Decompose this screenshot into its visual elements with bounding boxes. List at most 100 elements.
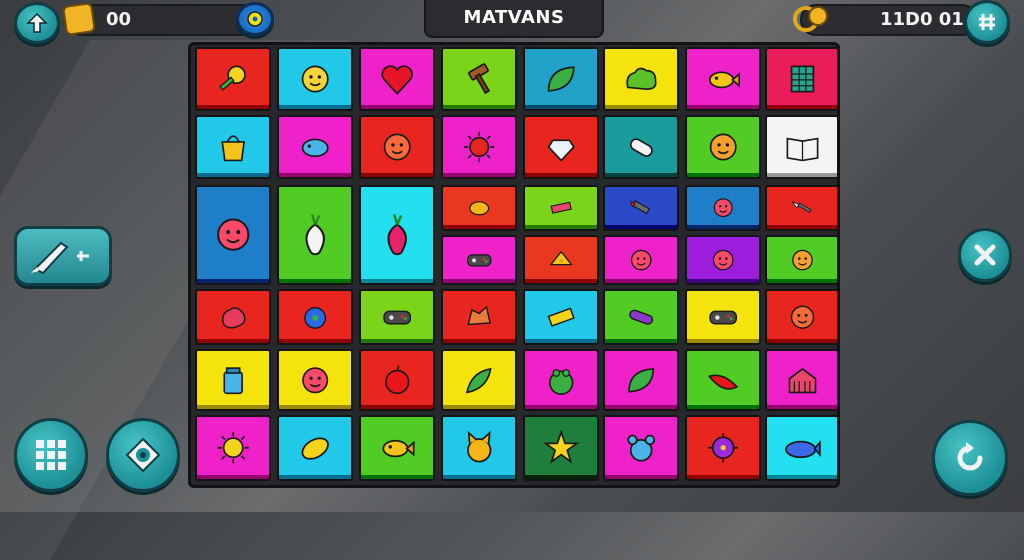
tile-fish[interactable] (685, 47, 761, 111)
mouse-icon (627, 434, 655, 462)
tile-radish[interactable] (277, 185, 353, 285)
virus-icon (708, 433, 738, 463)
tile-gamepad[interactable] (685, 289, 761, 345)
smile-icon (301, 65, 329, 93)
roll-icon (629, 309, 653, 325)
dog-icon (467, 305, 491, 326)
tile-pencil[interactable] (603, 185, 679, 231)
tile-gem[interactable] (523, 115, 599, 179)
tile-basket[interactable] (195, 115, 271, 179)
eye-icon (125, 437, 161, 473)
tile-gamepad-small[interactable] (441, 235, 517, 285)
leaf-icon (547, 66, 575, 92)
grid-menu-button[interactable] (14, 418, 88, 492)
left-tool-button[interactable] (14, 226, 112, 286)
apple-icon (384, 365, 410, 394)
tile-rattle[interactable] (195, 47, 271, 111)
tile-dog[interactable] (441, 289, 517, 345)
tile-radish[interactable] (359, 185, 435, 285)
tile-chili[interactable] (685, 349, 761, 411)
face-icon (630, 249, 652, 271)
tile-leaf[interactable] (523, 47, 599, 111)
tile-face[interactable] (685, 115, 761, 179)
coins-value: 00 (106, 9, 132, 30)
tile-calendar[interactable] (765, 47, 839, 111)
tile-bush[interactable] (603, 47, 679, 111)
tile-jar[interactable] (195, 349, 271, 411)
tile-cheese[interactable] (523, 235, 599, 285)
radish-icon (305, 214, 325, 256)
tile-potato[interactable] (441, 185, 517, 231)
blob-icon (221, 307, 246, 329)
tile-face[interactable] (359, 115, 435, 179)
tile-whale[interactable] (765, 415, 839, 481)
tile-leaf2[interactable] (603, 349, 679, 411)
top-left-button[interactable] (14, 2, 60, 44)
cat-icon (466, 431, 492, 463)
page-title: MATVANS (424, 0, 604, 38)
top-right-button[interactable] (964, 0, 1010, 44)
hint-button[interactable] (106, 418, 180, 492)
gem-icon (547, 139, 575, 162)
rocket-icon (31, 241, 89, 275)
close-icon (974, 244, 996, 266)
tile-lemon[interactable] (277, 415, 353, 481)
coins-bar: 00 (66, 4, 262, 36)
refresh-button[interactable] (932, 420, 1008, 496)
leaf2-icon (628, 367, 655, 393)
tile-brick[interactable] (523, 185, 599, 231)
pencil-icon (629, 200, 650, 215)
tile-house[interactable] (765, 349, 839, 411)
tile-smile[interactable] (277, 47, 353, 111)
tile-virus[interactable] (685, 415, 761, 481)
tile-hammer[interactable] (441, 47, 517, 111)
tile-blob[interactable] (195, 289, 271, 345)
score-value: 11D0 01 (880, 9, 964, 30)
tile-arrow[interactable] (765, 185, 839, 231)
tile-face[interactable] (765, 235, 839, 285)
house-icon (788, 367, 816, 393)
tile-face[interactable] (195, 185, 271, 285)
lemon-icon (301, 437, 329, 460)
tile-face[interactable] (277, 349, 353, 411)
tile-book[interactable] (765, 115, 839, 179)
close-button[interactable] (958, 228, 1012, 282)
tile-face[interactable] (765, 289, 839, 345)
radish-icon (387, 214, 407, 256)
face-icon (713, 198, 733, 218)
tile-bar[interactable] (523, 289, 599, 345)
gear-icon (247, 11, 263, 27)
potato-icon (468, 201, 489, 216)
tile-face[interactable] (685, 235, 761, 285)
settings-button[interactable] (236, 2, 274, 36)
tile-face[interactable] (603, 235, 679, 285)
radio-icon (383, 310, 411, 325)
chili-icon (707, 374, 739, 390)
tile-apple[interactable] (359, 349, 435, 411)
heart-icon (381, 65, 413, 95)
tile-roll[interactable] (603, 289, 679, 345)
tile-fish2[interactable] (359, 415, 435, 481)
tile-face[interactable] (685, 185, 761, 231)
tile-mouse[interactable] (603, 415, 679, 481)
gamepad-icon (709, 310, 737, 325)
tile-frog[interactable] (523, 349, 599, 411)
tile-capsule[interactable] (603, 115, 679, 179)
tile-cat[interactable] (441, 415, 517, 481)
tile-pepper[interactable] (441, 349, 517, 411)
tile-star[interactable] (523, 415, 599, 481)
tile-radio[interactable] (359, 289, 435, 345)
sun-face-icon (463, 131, 495, 163)
face-icon (383, 133, 411, 161)
tile-sun[interactable] (195, 415, 271, 481)
star-icon (542, 429, 580, 465)
brick-icon (550, 201, 572, 215)
tile-heart[interactable] (359, 47, 435, 111)
tile-sun-face[interactable] (441, 115, 517, 179)
frog-icon (548, 368, 574, 395)
book-icon (786, 137, 818, 162)
jar-icon (223, 367, 243, 394)
face-icon (709, 133, 737, 161)
tile-bird[interactable] (277, 115, 353, 179)
tile-pot[interactable] (277, 289, 353, 345)
